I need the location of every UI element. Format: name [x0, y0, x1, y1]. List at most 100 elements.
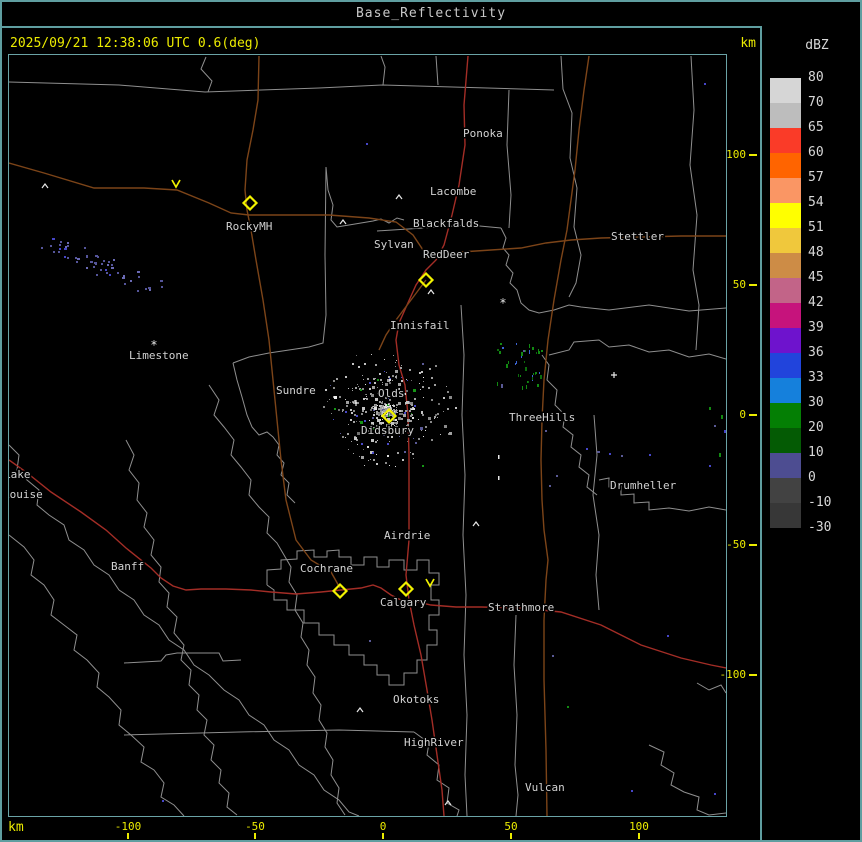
legend-value-label: -10 — [808, 495, 832, 510]
city-label: Vulcan — [525, 781, 565, 794]
city-label: Didsbury — [361, 424, 414, 437]
legend-value-label: 65 — [808, 120, 824, 135]
city-label: Lake — [9, 468, 31, 481]
radar-echoes — [41, 83, 726, 802]
legend-swatch — [770, 128, 801, 153]
legend-swatch — [770, 78, 801, 103]
map-boundary — [506, 89, 512, 229]
x-axis-tick-label: 50 — [504, 820, 518, 833]
map-boundary — [9, 534, 185, 816]
y-axis-tick — [749, 414, 757, 416]
legend-value-label: 51 — [808, 220, 824, 235]
map-boundary — [9, 444, 360, 816]
legend-value-label: 39 — [808, 320, 824, 335]
y-axis-tick — [749, 154, 757, 156]
legend-swatch — [770, 403, 801, 428]
radar-map-panel: * * Ponoka Lacombe Blackfalds Stettler Sylvan R… — [8, 54, 727, 817]
city-label: Sundre — [276, 384, 316, 397]
city-label: Louise — [9, 488, 43, 501]
map-boundary — [560, 55, 582, 298]
radar-map: **PonokaLacombeBlackfaldsStettlerSylvanR… — [9, 55, 726, 816]
city-label: Innisfail — [390, 319, 450, 332]
x-axis-tick — [127, 833, 129, 839]
x-axis-tick-label: 0 — [379, 820, 387, 833]
map-boundary — [592, 414, 600, 611]
town-caret-icon — [472, 521, 480, 527]
y-axis-tick-label: 0 — [739, 408, 746, 421]
legend-value-label: 45 — [808, 270, 824, 285]
map-boundary — [380, 55, 386, 86]
map-boundary — [125, 439, 238, 816]
legend-value-label: 0 — [808, 470, 816, 485]
legend-swatch — [770, 353, 801, 378]
legend-value-label: 42 — [808, 295, 824, 310]
legend-value-label: 57 — [808, 170, 824, 185]
plus-marker-icon — [611, 372, 617, 378]
city-label: Okotoks — [393, 693, 439, 706]
timestamp-elevation-label: 2025/09/21 12:38:06 UTC 0.6(deg) — [10, 36, 261, 51]
map-boundary — [689, 55, 700, 351]
city-label: Cochrane — [300, 562, 353, 575]
legend-value-label: 80 — [808, 70, 824, 85]
wind-v-marker-icon — [171, 179, 181, 189]
map-boundary — [648, 744, 726, 816]
legend-value-label: -30 — [808, 520, 832, 535]
city-label: ThreeHills — [509, 411, 575, 424]
city-label: Limestone — [129, 349, 189, 362]
legend-swatch — [770, 278, 801, 303]
legend-swatch — [770, 453, 801, 478]
city-label: Banff — [111, 560, 144, 573]
reflectivity-legend: dBZ 80 70 65 60 57 54 51 48 45 42 39 36 33 30 20 10 0 -10… — [762, 26, 862, 842]
legend-swatch — [770, 428, 801, 453]
y-axis-tick-label: 50 — [732, 278, 746, 291]
radar-app-window: Base_Reflectivity 2025/09/21 12:38:06 UT… — [0, 0, 862, 842]
y-axis-tick — [749, 674, 757, 676]
town-caret-icon — [427, 289, 435, 295]
asterisk-marker-icon: * — [499, 296, 506, 310]
legend-value-label: 33 — [808, 370, 824, 385]
road-brown — [425, 235, 726, 259]
map-boundary — [696, 682, 726, 694]
legend-swatch — [770, 203, 801, 228]
city-label: Lacombe — [430, 185, 476, 198]
town-caret-icon — [356, 707, 364, 713]
x-axis-unit-label: km — [8, 820, 24, 835]
legend-value-label: 70 — [808, 95, 824, 110]
map-boundary — [9, 81, 555, 93]
x-axis-tick — [510, 833, 512, 839]
radar-site-diamond-icon — [397, 580, 415, 598]
legend-value-label: 20 — [808, 420, 824, 435]
legend-swatch — [770, 153, 801, 178]
legend-swatch — [770, 478, 801, 503]
town-caret-icon — [395, 194, 403, 200]
x-axis-tick — [254, 833, 256, 839]
city-label: HighRiver — [404, 736, 464, 749]
y-axis-tick-label: -50 — [726, 538, 746, 551]
city-label: RedDeer — [423, 248, 470, 261]
road-brown — [9, 162, 427, 259]
city-label: RockyMH — [226, 220, 272, 233]
city-label: Sylvan — [374, 238, 414, 251]
x-axis-tick-label: 100 — [629, 820, 649, 833]
x-axis-tick — [382, 833, 384, 839]
town-caret-icon — [444, 800, 452, 806]
legend-value-label: 30 — [808, 395, 824, 410]
road-red — [9, 459, 409, 601]
city-label: Blackfalds — [413, 217, 479, 230]
map-boundary — [435, 55, 439, 86]
map-boundary — [232, 166, 327, 364]
road-brown — [540, 55, 590, 816]
legend-value-label: 48 — [808, 245, 824, 260]
x-axis-tick-label: -50 — [245, 820, 265, 833]
map-boundary — [541, 354, 598, 496]
dash-marker-icon — [498, 476, 500, 480]
map-boundary — [200, 56, 213, 93]
road-red — [408, 599, 726, 669]
y-axis-tick-label: 100 — [726, 148, 746, 161]
city-label: Airdrie — [384, 529, 430, 542]
city-label: Ponoka — [463, 127, 503, 140]
town-caret-icon — [339, 219, 347, 225]
city-label: Drumheller — [610, 479, 677, 492]
dash-marker-icon — [498, 455, 500, 459]
legend-swatch — [770, 303, 801, 328]
